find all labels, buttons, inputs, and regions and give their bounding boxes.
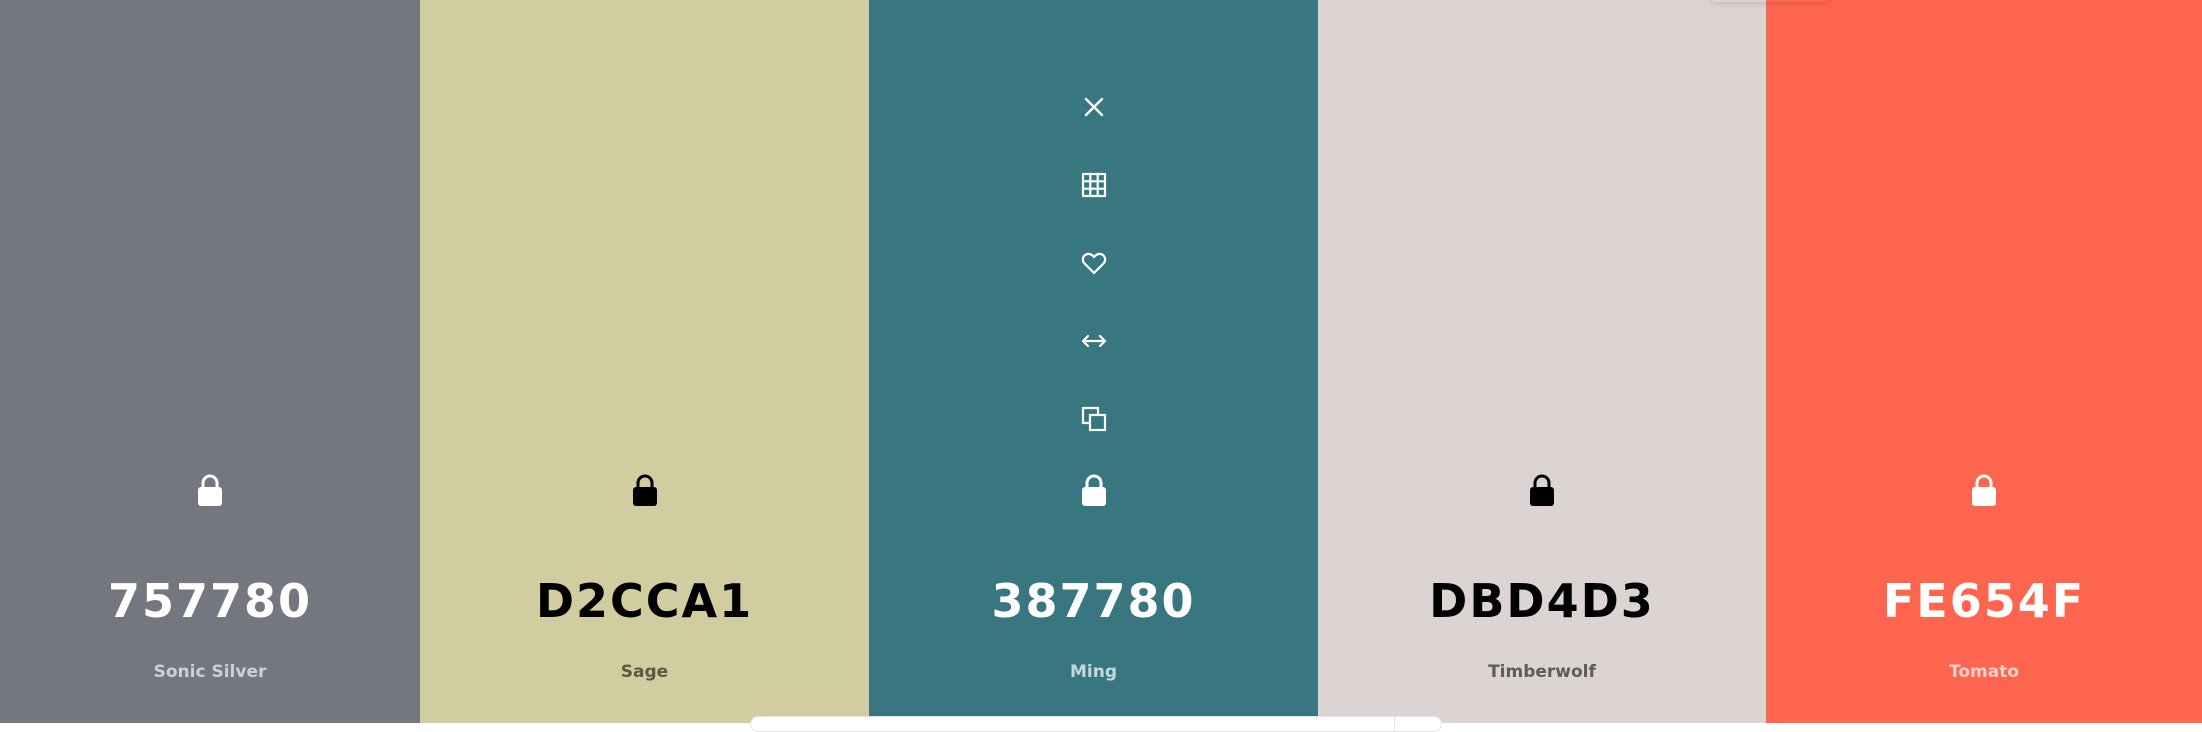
grid-icon — [1081, 172, 1106, 198]
bottom-toolbar[interactable] — [750, 716, 1442, 732]
color-name: Tomato — [1948, 662, 2019, 682]
close-icon — [1084, 97, 1103, 117]
copy-icon — [1081, 406, 1106, 432]
view-shades-button[interactable] — [1071, 162, 1117, 208]
lock-icon — [632, 474, 657, 506]
lock-icon — [1081, 474, 1106, 506]
drag-color-button[interactable] — [1071, 318, 1117, 364]
color-name: Sonic Silver — [153, 662, 267, 682]
hex-code[interactable]: FE654F — [1766, 574, 2202, 628]
heart-icon — [1081, 252, 1106, 275]
lock-button[interactable] — [1519, 468, 1565, 514]
color-name: Timberwolf — [1488, 662, 1596, 682]
toolbar-divider — [1394, 717, 1395, 731]
copy-hex-button[interactable] — [1071, 396, 1117, 442]
hex-code[interactable]: 757780 — [0, 574, 420, 628]
hex-code[interactable]: DBD4D3 — [1318, 574, 1766, 628]
hex-code[interactable]: D2CCA1 — [420, 574, 869, 628]
color-name: Sage — [620, 662, 669, 682]
lock-icon — [1530, 474, 1554, 506]
lock-button[interactable] — [1071, 468, 1117, 514]
lock-icon — [1972, 474, 1996, 506]
lock-icon — [198, 474, 222, 506]
swatch-toolbar — [1071, 84, 1117, 474]
top-panel-edge — [1710, 0, 1830, 2]
save-color-button[interactable] — [1071, 240, 1117, 286]
swatch-sage[interactable]: D2CCA1 Sage — [420, 0, 869, 723]
lock-button[interactable] — [622, 468, 668, 514]
color-name: Ming — [1069, 662, 1117, 682]
hex-code[interactable]: 387780 — [869, 574, 1318, 628]
lock-button[interactable] — [1961, 468, 2007, 514]
remove-color-button[interactable] — [1071, 84, 1117, 130]
swatch-timberwolf[interactable]: DBD4D3 Timberwolf — [1318, 0, 1766, 723]
lock-button[interactable] — [187, 468, 233, 514]
swatch-tomato[interactable]: FE654F Tomato — [1766, 0, 2202, 723]
color-palette: 757780 Sonic Silver D2CCA1 Sage 387780 M… — [0, 0, 2202, 723]
swatch-sonic-silver[interactable]: 757780 Sonic Silver — [0, 0, 420, 723]
swatch-ming[interactable]: 387780 Ming — [869, 0, 1318, 723]
arrows-horizontal-icon — [1081, 334, 1106, 348]
